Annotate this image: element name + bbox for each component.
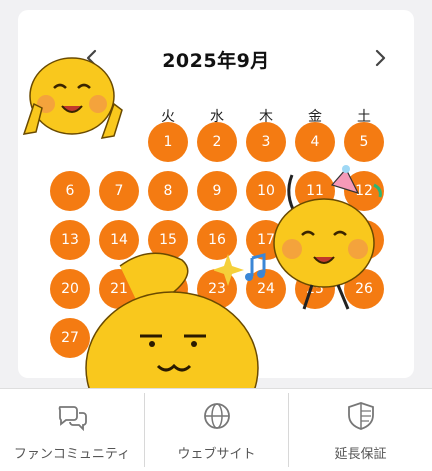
calendar-day[interactable]: 25 — [295, 269, 335, 309]
calendar-day[interactable]: 11 — [295, 171, 335, 211]
calendar-day[interactable]: 19 — [344, 220, 384, 260]
calendar-day[interactable]: 6 — [50, 171, 90, 211]
bottom-tab-bar: ファンコミュニティ ウェブサイト 延長保証 — [0, 388, 432, 471]
tab-website-label: ウェブサイト — [177, 447, 256, 462]
calendar-day[interactable]: 14 — [99, 220, 139, 260]
calendar-day[interactable]: 9 — [197, 171, 237, 211]
tab-fan-community[interactable]: ファンコミュニティ — [0, 389, 144, 471]
calendar-day[interactable]: 15 — [148, 220, 188, 260]
calendar-day[interactable]: 10 — [246, 171, 286, 211]
chevron-right-icon[interactable] — [370, 48, 390, 68]
calendar-day[interactable]: 2 — [197, 122, 237, 162]
calendar-day[interactable]: 17 — [246, 220, 286, 260]
calendar-day[interactable]: 5 — [344, 122, 384, 162]
calendar-day[interactable]: 27 — [50, 318, 90, 358]
calendar-day[interactable]: 16 — [197, 220, 237, 260]
chat-bubbles-icon — [58, 406, 87, 431]
calendar-day[interactable]: 22 — [148, 269, 188, 309]
calendar-day[interactable]: 8 — [148, 171, 188, 211]
calendar-day[interactable]: 28 — [99, 318, 139, 358]
calendar-day[interactable]: 4 — [295, 122, 335, 162]
calendar-day[interactable]: 13 — [50, 220, 90, 260]
calendar-card: 2025年9月 火 水 木 金 土 1 2 3 4 5 6 7 8 9 10 11 12 13 14 15 1… — [18, 10, 414, 378]
shield-icon — [348, 402, 374, 430]
tab-extended-warranty[interactable]: 延長保証 — [289, 389, 432, 471]
calendar-day[interactable]: 7 — [99, 171, 139, 211]
calendar-day[interactable]: 3 — [246, 122, 286, 162]
calendar-day[interactable]: 1 — [148, 122, 188, 162]
calendar-day[interactable]: 12 — [344, 171, 384, 211]
tab-website[interactable]: ウェブサイト — [145, 389, 288, 471]
calendar-day[interactable]: 21 — [99, 269, 139, 309]
tab-fan-community-label: ファンコミュニティ — [13, 447, 131, 462]
calendar-day[interactable]: 24 — [246, 269, 286, 309]
month-title: 2025年9月 — [162, 50, 270, 72]
calendar-day[interactable]: 26 — [344, 269, 384, 309]
tab-extended-warranty-label: 延長保証 — [334, 447, 387, 462]
calendar-day[interactable]: 20 — [50, 269, 90, 309]
calendar-day[interactable]: 18 — [295, 220, 335, 260]
calendar-day[interactable]: 23 — [197, 269, 237, 309]
globe-icon — [204, 403, 230, 429]
